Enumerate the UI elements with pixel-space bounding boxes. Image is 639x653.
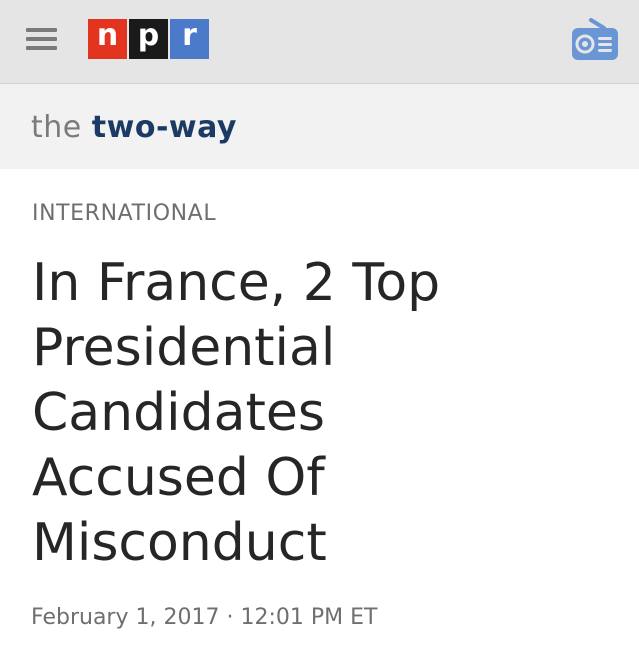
headline-line: Accused Of — [32, 448, 325, 508]
top-navigation-bar: n p r — [0, 0, 639, 84]
headline-line: Misconduct — [32, 513, 327, 573]
npr-logo[interactable]: n p r — [88, 18, 209, 59]
headline-line: Presidential — [32, 318, 336, 378]
article-time: 12:01 PM ET — [240, 605, 378, 630]
article-date: February 1, 2017 — [31, 605, 220, 630]
dateline-separator: · — [226, 605, 234, 630]
article-headline: In France, 2 Top Presidential Candidates… — [32, 251, 592, 576]
npr-logo-letter-n: n — [88, 18, 127, 59]
article-page: n p r the two-way INTERNATIONAL In Franc… — [0, 0, 639, 653]
blog-title-name: two-way — [91, 110, 237, 145]
headline-line: Candidates — [32, 383, 325, 443]
hamburger-menu-icon[interactable] — [22, 22, 62, 56]
npr-logo-letter-r: r — [170, 18, 209, 59]
headline-line: In France, 2 Top — [32, 253, 441, 313]
npr-logo-letter-p: p — [129, 18, 168, 59]
blog-title-link[interactable]: the two-way — [31, 104, 237, 152]
radio-icon[interactable] — [569, 14, 621, 66]
article-dateline: February 1, 2017 · 12:01 PM ET — [31, 603, 377, 633]
section-label-link[interactable]: INTERNATIONAL — [32, 199, 216, 229]
blog-title-prefix: the — [31, 110, 82, 145]
